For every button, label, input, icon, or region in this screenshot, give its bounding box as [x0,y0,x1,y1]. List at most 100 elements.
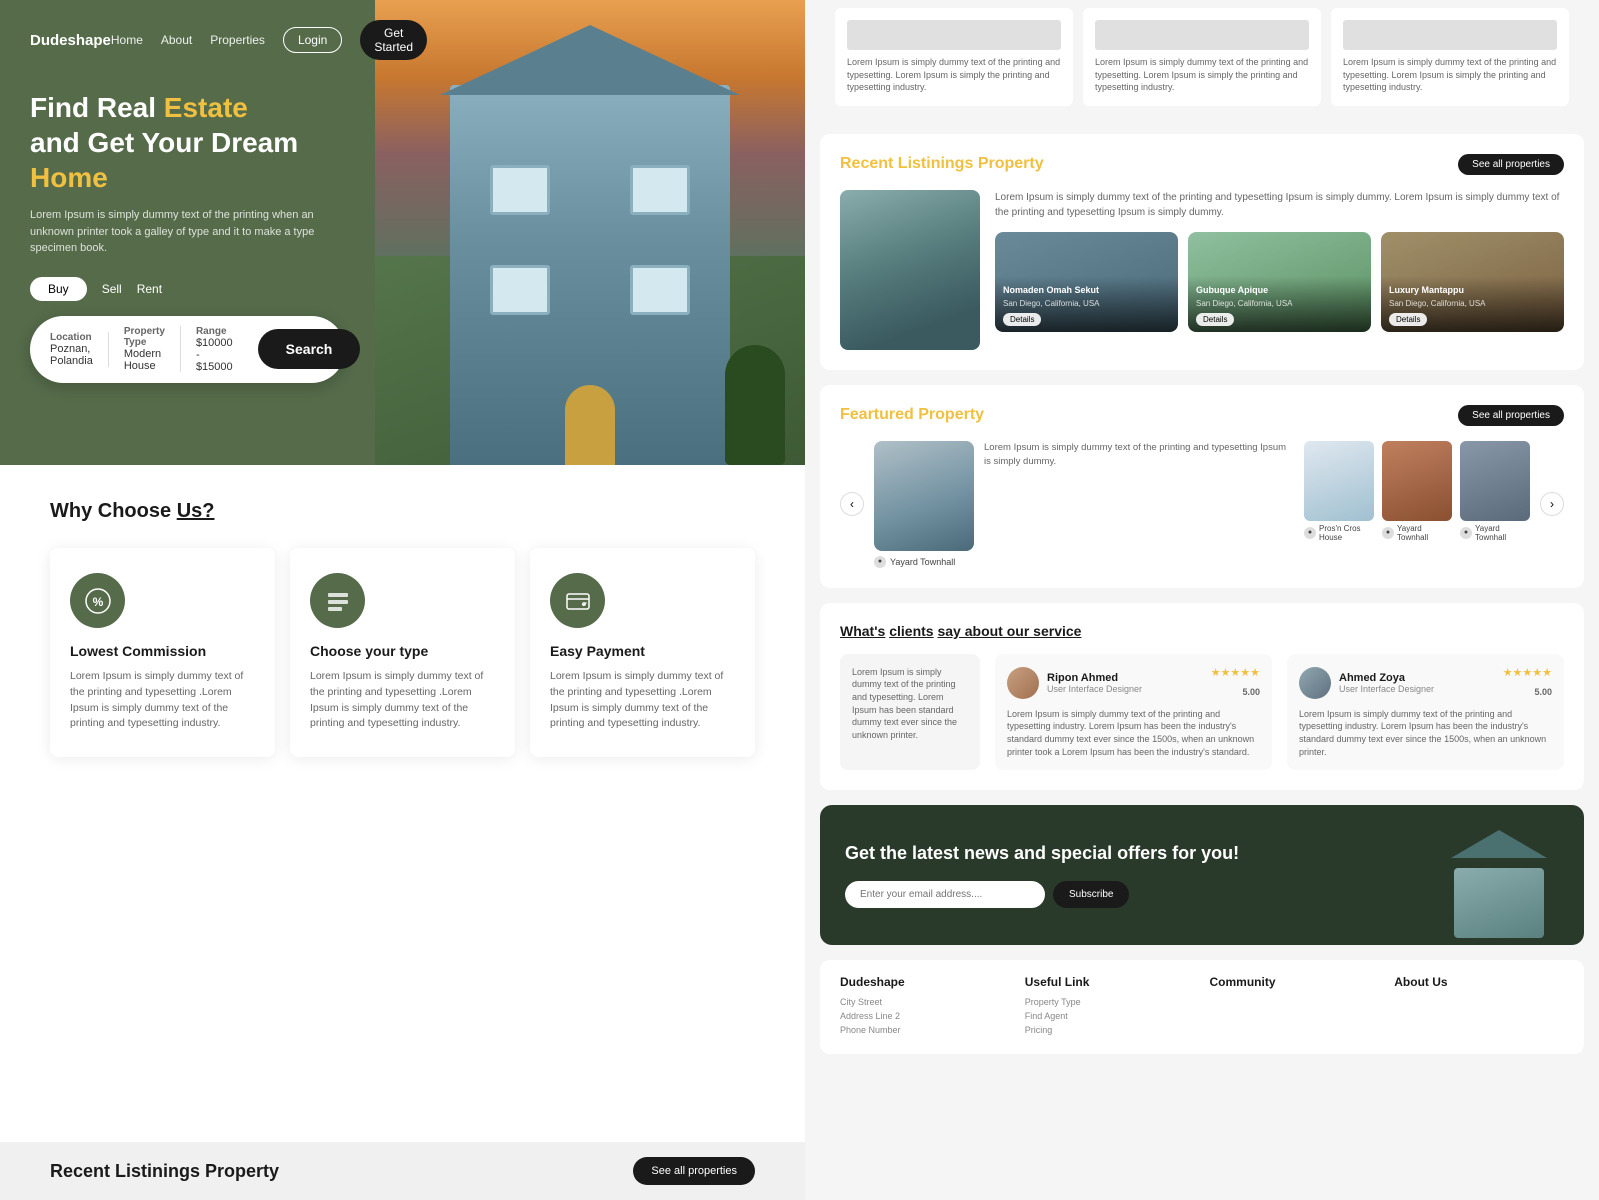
thumb-location-3: San Diego, California, USA [1389,298,1556,310]
footer-col-item-1-2: Address Line 2 [840,1011,1010,1021]
reviewer-rating-2: ★★★★★ 5.00 [1503,666,1552,700]
dot-icon-2: ● [1304,527,1316,539]
bottom-strip: Recent Listinings Property See all prope… [0,1142,805,1200]
testimonials-title-underline: clients [889,623,933,639]
newsletter-title: Get the latest news and special offers f… [845,842,1439,865]
featured-thumbnails: ● Pros'n Cros House ● Yayard Townhall ● [1304,441,1530,542]
feat-thumb-image-2 [1382,441,1452,521]
house-door [565,385,615,465]
nl-roof [1451,830,1547,858]
testimonial-left-text: Lorem Ipsum is simply dummy text of the … [840,654,980,770]
search-bar: Location Poznan, Polandia Property Type … [30,316,345,383]
thumb-name-2: Gubuque Apique [1196,284,1363,298]
testimonials-title: What's clients say about our service [840,623,1564,639]
top-card-2-text: Lorem Ipsum is simply dummy text of the … [1095,57,1308,92]
top-card-1: Lorem Ipsum is simply dummy text of the … [835,8,1073,106]
feat-thumb-1: ● Pros'n Cros House [1304,441,1374,542]
thumb-card-3: Luxury Mantappu San Diego, California, U… [1381,232,1564,332]
recent-description: Lorem Ipsum is simply dummy text of the … [995,190,1564,350]
thumb-name-1: Nomaden Omah Sekut [1003,284,1170,298]
newsletter-house-image [1439,830,1559,920]
testimonial-left-content: Lorem Ipsum is simply dummy text of the … [852,667,957,740]
newsletter-content: Get the latest news and special offers f… [845,842,1439,907]
reviewer-avatar-1 [1007,667,1039,699]
reviewer-name-2: Ahmed Zoya [1339,672,1434,684]
tab-rent[interactable]: Rent [137,277,162,301]
property-type-label: Property Type [124,326,165,348]
newsletter-email-input[interactable] [845,881,1045,908]
footer-col-community: Community [1210,975,1380,1039]
location-field: Location Poznan, Polandia [50,332,109,367]
feat-thumb-label-1: ● Pros'n Cros House [1304,524,1374,542]
why-choose-title: Why Choose Us? [50,500,755,523]
footer-col-item-1-1: City Street [840,997,1010,1007]
thumb-name-3: Luxury Mantappu [1389,284,1556,298]
recent-main-image-inner [840,190,980,350]
featured-title-main: Feartured [840,406,914,423]
recent-section-header: Recent Listinings Property See all prope… [840,154,1564,175]
top-card-1-text: Lorem Ipsum is simply dummy text of the … [847,57,1060,92]
footer-col-item-1-3: Phone Number [840,1025,1010,1035]
thumb-overlay-2: Gubuque Apique San Diego, California, US… [1188,276,1371,332]
rating-num-2: 5.00 [1534,687,1552,697]
featured-main-label: ● Yayard Townhall [874,556,974,568]
thumb-details-button-1[interactable]: Details [1003,313,1041,326]
why-choose-section: Why Choose Us? % Lowest Commission Lorem… [0,465,805,1142]
newsletter-subscribe-button[interactable]: Subscribe [1053,881,1129,908]
feature-card-commission: % Lowest Commission Lorem Ipsum is simpl… [50,548,275,757]
feature-card-type: Choose your type Lorem Ipsum is simply d… [290,548,515,757]
footer-col-about-us: About Us [1394,975,1564,1039]
carousel-next-button[interactable]: › [1540,492,1564,516]
thumb-overlay-1: Nomaden Omah Sekut San Diego, California… [995,276,1178,332]
feat-thumb-image-1 [1304,441,1374,521]
tab-sell[interactable]: Sell [102,277,122,301]
feature-desc-type: Lorem Ipsum is simply dummy text of the … [310,669,495,732]
hero-title-line2: and Get Your Dream [30,127,298,158]
reviewer-role-1: User Interface Designer [1047,684,1142,694]
recent-section-title: Recent Listinings Property [840,155,1044,173]
tab-buy[interactable]: Buy [30,277,87,301]
brand-logo: Dudeshape [30,32,111,49]
stars-1: ★★★★★ [1211,666,1260,679]
feat-thumb-name-3: Yayard Townhall [1475,524,1530,542]
feature-title-type: Choose your type [310,643,495,659]
footer-col-useful-link: Useful Link Property Type Find Agent Pri… [1025,975,1195,1039]
reviewer-name-1: Ripon Ahmed [1047,672,1142,684]
featured-main-desc: Lorem Ipsum is simply dummy text of the … [984,441,1294,470]
thumb-details-button-2[interactable]: Details [1196,313,1234,326]
reviewer-header-1: Ripon Ahmed User Interface Designer ★★★★… [1007,666,1260,700]
feat-thumb-name-1: Pros'n Cros House [1319,524,1374,542]
recent-desc-text: Lorem Ipsum is simply dummy text of the … [995,192,1559,218]
footer-col-item-2-3: Pricing [1025,1025,1195,1035]
featured-see-all-button[interactable]: See all properties [1458,405,1564,426]
login-button[interactable]: Login [283,27,342,53]
hero-image [375,0,805,465]
features-grid: % Lowest Commission Lorem Ipsum is simpl… [50,548,755,757]
testimonial-card-2: Ahmed Zoya User Interface Designer ★★★★★… [1287,654,1564,770]
search-button[interactable]: Search [258,329,361,369]
carousel-prev-button[interactable]: ‹ [840,492,864,516]
featured-title-accent: Property [918,406,984,423]
feat-thumb-image-3 [1460,441,1530,521]
footer-col-item-2-1: Property Type [1025,997,1195,1007]
nav-about[interactable]: About [161,33,192,47]
review-text-1: Lorem Ipsum is simply dummy text of the … [1007,708,1260,758]
reviewer-info-2: Ahmed Zoya User Interface Designer [1339,672,1434,694]
location-value: Poznan, Polandia [50,343,93,367]
hero-title-accent1: Estate [164,92,248,123]
feat-thumb-3: ● Yayard Townhall [1460,441,1530,542]
hero-title-accent2: Home [30,160,345,195]
footer-top: Dudeshape City Street Address Line 2 Pho… [820,960,1584,1054]
see-all-bottom-button[interactable]: See all properties [633,1157,755,1185]
featured-main-item: ● Yayard Townhall [874,441,974,568]
get-started-button[interactable]: Get Started [360,20,427,60]
recent-strip-title: Recent Listinings Property [50,1161,279,1182]
featured-desc-text: Lorem Ipsum is simply dummy text of the … [984,442,1286,467]
nav-properties[interactable]: Properties [210,33,265,47]
recent-see-all-button[interactable]: See all properties [1458,154,1564,175]
featured-section-title: Feartured Property [840,406,984,424]
thumb-details-button-3[interactable]: Details [1389,313,1427,326]
nav-home[interactable]: Home [111,33,143,47]
recent-content: Lorem Ipsum is simply dummy text of the … [840,190,1564,350]
featured-section-header: Feartured Property See all properties [840,405,1564,426]
